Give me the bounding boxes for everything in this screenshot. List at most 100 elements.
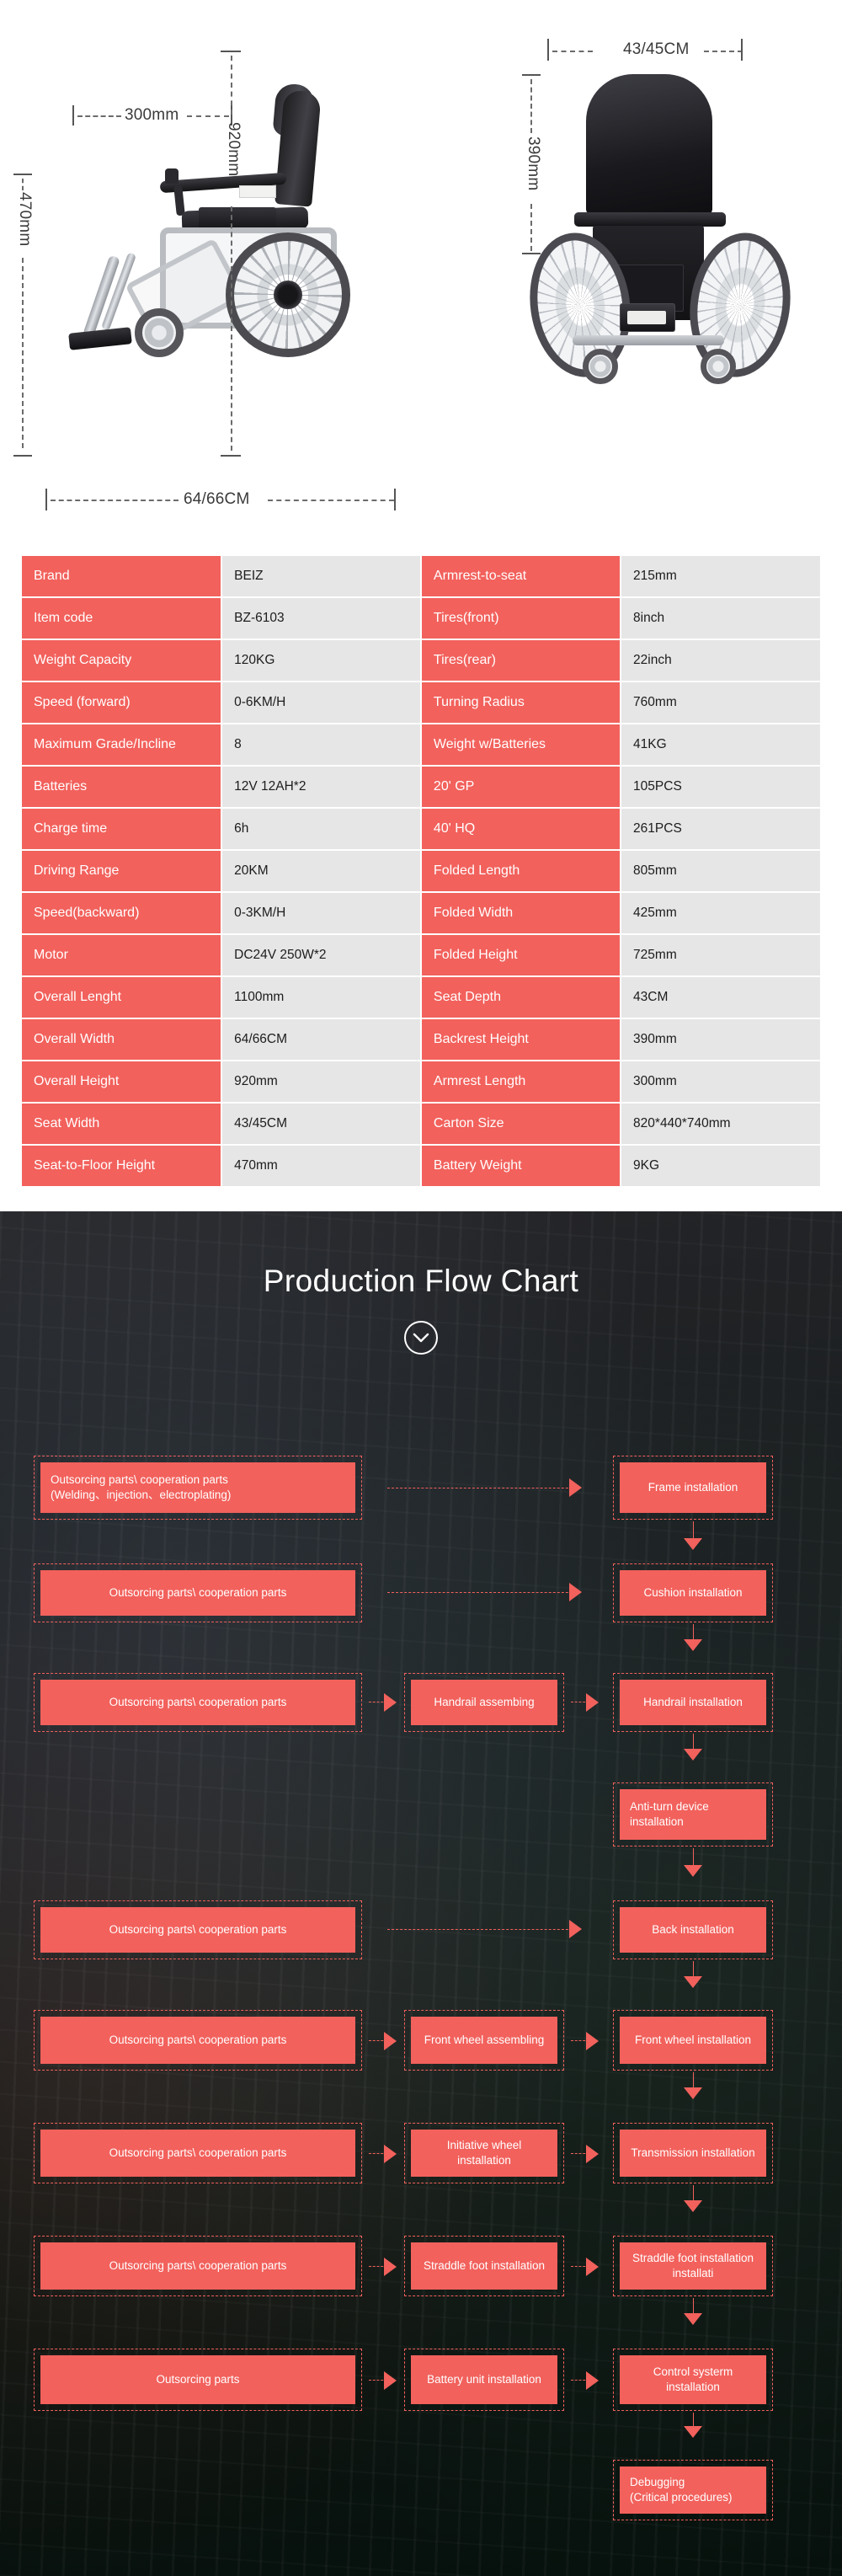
flow-node-label: Handrail assembing (411, 1680, 557, 1725)
flow-arrow-head (684, 1976, 702, 1988)
spec-value: 22inch (621, 640, 820, 681)
dim-dash (22, 258, 24, 448)
flow-node-outsourcing-7[interactable]: Outsorcing parts\ cooperation parts (34, 2236, 362, 2296)
spec-value: 9KG (621, 1146, 820, 1186)
dim-dash (187, 115, 229, 117)
flow-node-front-wheel-assembling[interactable]: Front wheel assembling (404, 2010, 564, 2071)
spec-key: Seat Width (22, 1104, 221, 1144)
table-row: Charge time 6h 40' HQ 261PCS (22, 809, 820, 849)
flow-arrow-head (384, 2371, 397, 2390)
spec-key: Overall Width (22, 1019, 221, 1060)
spec-value: 105PCS (621, 767, 820, 807)
dim-tick (394, 489, 396, 510)
flow-arrow-head (384, 1693, 397, 1712)
dim-dash (231, 206, 232, 451)
product-detail-page: 300mm 920mm 470mm 64/66CM 43/45CM 390mm … (0, 0, 842, 2576)
flow-node-outsourcing-3[interactable]: Outsorcing parts\ cooperation parts (34, 1673, 362, 1732)
flow-node-label: Outsorcing parts\ cooperation parts (40, 2017, 355, 2064)
spec-value: 760mm (621, 682, 820, 723)
dim-label-seat-width: 43/45CM (623, 40, 690, 58)
flow-node-initiative-wheel-installation[interactable]: Initiative wheel installation (404, 2123, 564, 2183)
flow-node-outsourcing-5[interactable]: Outsorcing parts\ cooperation parts (34, 2010, 362, 2071)
table-row: Brand BEIZ Armrest-to-seat 215mm (22, 556, 820, 596)
spec-value: 300mm (621, 1061, 820, 1102)
front-caster-left (583, 349, 618, 384)
specification-table: Brand BEIZ Armrest-to-seat 215mm Item code B… (20, 554, 822, 1188)
spec-value: 0-3KM/H (222, 893, 420, 933)
flow-node-anti-turn-device-installation[interactable]: Anti-turn device installation (613, 1782, 773, 1846)
flow-node-handrail-assembing[interactable]: Handrail assembing (404, 1673, 564, 1732)
flow-node-outsourcing-4[interactable]: Outsorcing parts\ cooperation parts (34, 1900, 362, 1959)
table-row: Weight Capacity 120KG Tires(rear) 22inch (22, 640, 820, 681)
dim-label-seat-to-floor-height: 470mm (16, 192, 34, 247)
flow-arrow-head (684, 1749, 702, 1761)
flow-node-front-wheel-installation[interactable]: Front wheel installation (613, 2010, 773, 2071)
flow-node-label: Cushion installation (620, 1570, 766, 1616)
dim-label-overall-width: 64/66CM (184, 490, 250, 508)
spec-value: 64/66CM (222, 1019, 420, 1060)
backrest-rear (586, 74, 712, 216)
production-flow-chart-section: Production Flow Chart Outsorcing parts\ … (0, 1211, 842, 2576)
flow-node-label: Front wheel installation (620, 2017, 766, 2064)
spec-value: 725mm (621, 935, 820, 975)
flow-node-debugging[interactable]: Debugging (Critical procedures) (613, 2460, 773, 2520)
flow-connector (387, 1929, 581, 1930)
flow-node-label: Outsorcing parts\ cooperation parts (40, 1907, 355, 1953)
dim-dash (268, 500, 394, 501)
flow-node-transmission-installation[interactable]: Transmission installation (613, 2123, 773, 2183)
flow-node-label: Handrail installation (620, 1680, 766, 1725)
flow-node-label: Transmission installation (620, 2130, 766, 2177)
flow-node-outsourcing-2[interactable]: Outsorcing parts\ cooperation parts (34, 1563, 362, 1622)
flow-node-battery-unit-installation[interactable]: Battery unit installation (404, 2349, 564, 2411)
flow-node-outsourcing-parts[interactable]: Outsorcing parts (34, 2349, 362, 2411)
spec-key: Battery Weight (421, 1146, 621, 1186)
flow-node-frame-installation[interactable]: Frame installation (613, 1456, 773, 1520)
controller-box (620, 303, 675, 332)
wheelchair-rear-view-image (520, 52, 800, 490)
table-row: Seat-to-Floor Height 470mm Battery Weight 9… (22, 1146, 820, 1186)
spec-value: 425mm (621, 893, 820, 933)
flow-node-outsourcing-6[interactable]: Outsorcing parts\ cooperation parts (34, 2123, 362, 2183)
spec-value: 0-6KM/H (222, 682, 420, 723)
flow-arrow-head (684, 1538, 702, 1550)
dim-label-overall-height: 920mm (225, 122, 242, 177)
flow-node-handrail-installation[interactable]: Handrail installation (613, 1673, 773, 1732)
flow-node-straddle-foot-installation[interactable]: Straddle foot installation (404, 2236, 564, 2296)
flow-arrow-head (569, 1920, 582, 1938)
spec-key: 40' HQ (421, 809, 621, 849)
spec-key: Driving Range (22, 851, 221, 891)
dim-label-armrest-length: 300mm (125, 106, 179, 124)
flow-node-label: Outsorcing parts (40, 2355, 355, 2404)
spec-value: DC24V 250W*2 (222, 935, 420, 975)
spec-value: 1100mm (222, 977, 420, 1018)
flow-node-straddle-foot-installation-2[interactable]: Straddle foot installation installati (613, 2236, 773, 2296)
flow-node-cushion-installation[interactable]: Cushion installation (613, 1563, 773, 1622)
flow-node-back-installation[interactable]: Back installation (613, 1900, 773, 1959)
chevron-down-icon[interactable] (404, 1321, 438, 1355)
spec-key: Seat Depth (421, 977, 621, 1018)
rear-wheel (226, 232, 350, 357)
spec-value: 805mm (621, 851, 820, 891)
spec-key: Speed (forward) (22, 682, 221, 723)
dim-tick (13, 174, 32, 175)
flow-arrow-head (586, 2371, 599, 2390)
flow-node-control-system-installation[interactable]: Control systerm installation (613, 2349, 773, 2411)
flow-node-label: Front wheel assembling (411, 2017, 557, 2064)
spec-key: Overall Lenght (22, 977, 221, 1018)
dim-dash (704, 51, 743, 52)
table-row: Driving Range 20KM Folded Length 805mm (22, 851, 820, 891)
spec-value: 820*440*740mm (621, 1104, 820, 1144)
specification-table-body: Brand BEIZ Armrest-to-seat 215mm Item code B… (22, 556, 820, 1186)
dim-tick (221, 455, 241, 457)
flow-arrow-head (684, 2426, 702, 2438)
dim-label-backrest-height: 390mm (525, 136, 542, 191)
table-row: Motor DC24V 250W*2 Folded Height 725mm (22, 935, 820, 975)
dim-dash (51, 500, 179, 501)
flow-arrow-head (384, 2032, 397, 2050)
spec-key: Overall Height (22, 1061, 221, 1102)
spec-key: Tires(front) (421, 598, 621, 639)
spec-key: Brand (22, 556, 221, 596)
flow-node-label: Outsorcing parts\ cooperation parts (40, 2242, 355, 2290)
spec-key: Item code (22, 598, 221, 639)
flow-node-outsourcing-welding[interactable]: Outsorcing parts\ cooperation parts (Wel… (34, 1456, 362, 1520)
